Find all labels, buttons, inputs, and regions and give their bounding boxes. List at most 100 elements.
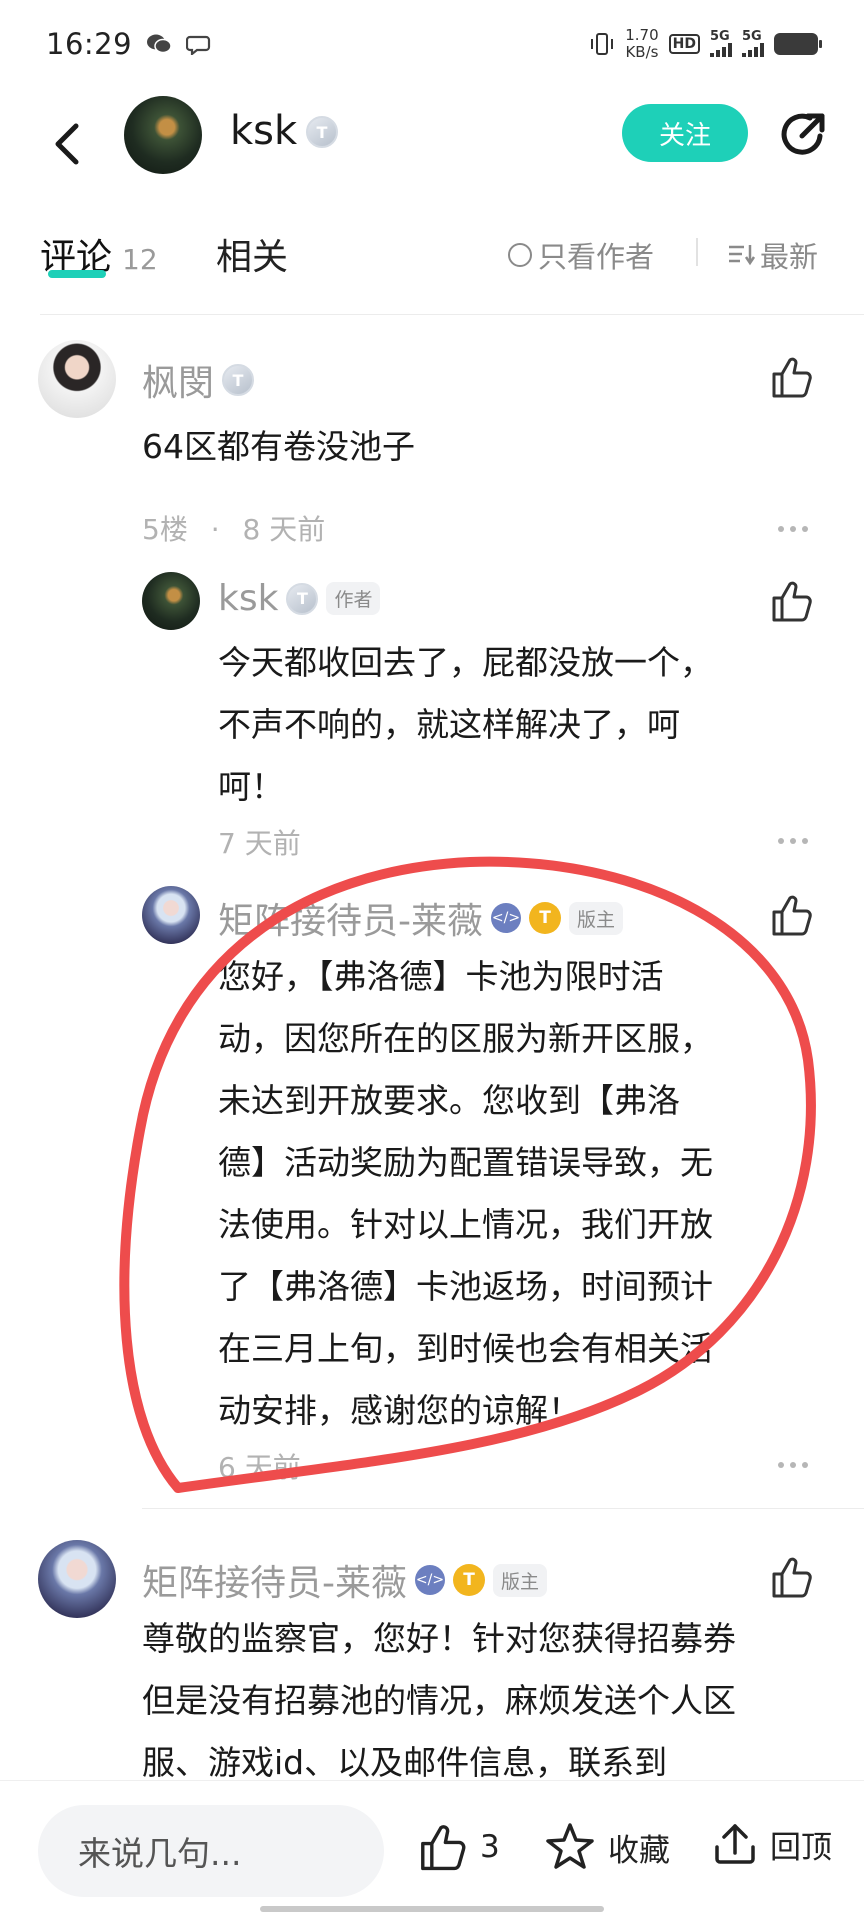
- meta-separator: ·: [210, 513, 220, 546]
- author-avatar[interactable]: [124, 96, 202, 174]
- sim2-label: 5G: [742, 29, 762, 44]
- reply-line: 未达到开放要求。您收到【弗洛: [218, 1081, 680, 1120]
- comment-line: 服、游戏id、以及邮件信息，联系到: [142, 1743, 668, 1780]
- chat-bubble-icon: [186, 35, 211, 55]
- reply-line: 动，因您所在的区服为新开区服，: [218, 1019, 713, 1058]
- like-icon: [421, 1825, 466, 1871]
- reply-line: 不声不响的，就这样解决了，呵: [218, 705, 680, 744]
- vibrate-icon: [591, 33, 614, 55]
- username-text: ksk: [218, 578, 279, 619]
- comment-input[interactable]: 来说几句...: [38, 1805, 384, 1897]
- reply-line: 法使用。针对以上情况，我们开放: [218, 1205, 713, 1244]
- radio-icon: [508, 243, 532, 267]
- reply-text: 您好，【弗洛德】卡池为限时活 动，因您所在的区服为新开区服， 未达到开放要求。您…: [218, 946, 713, 1442]
- bottom-action-bar: 来说几句... 3 收藏 回顶: [0, 1780, 864, 1920]
- more-icon[interactable]: [778, 524, 812, 534]
- username-text: 矩阵接待员-莱薇: [142, 1563, 407, 1604]
- reply-line: 呵！: [218, 767, 284, 806]
- back-arrow-icon: [55, 123, 79, 165]
- favorite-label: 收藏: [608, 1832, 670, 1869]
- signal-icon: 5G: [710, 29, 732, 57]
- author-name[interactable]: ksk: [230, 108, 297, 154]
- post-header: ksk T 关注: [0, 88, 864, 208]
- tab-divider: [696, 238, 698, 266]
- reply-username[interactable]: 矩阵接待员-莱薇 </> T 版主: [218, 892, 624, 944]
- sort-icon: [729, 245, 756, 266]
- like-icon[interactable]: [768, 578, 814, 624]
- author-only-label: 只看作者: [538, 240, 655, 274]
- comment-item: 枫閔 T 64区都有卷没池子 5楼 · 8 天前 ksk T 作者 今天都收回去…: [0, 330, 864, 1500]
- net-speed: 1.70 KB/s: [625, 27, 658, 61]
- reply-text: 今天都收回去了，屁都没放一个， 不声不响的，就这样解决了，呵 呵！: [218, 632, 713, 818]
- moderator-badge: 版主: [569, 901, 624, 935]
- author-only-toggle[interactable]: 只看作者: [508, 234, 654, 276]
- reply-username[interactable]: ksk T 作者: [218, 578, 381, 619]
- signal-icon-2: 5G: [742, 29, 764, 57]
- reply-line: 今天都收回去了，屁都没放一个，: [218, 643, 713, 682]
- net-speed-unit: KB/s: [625, 43, 659, 61]
- like-button[interactable]: 3: [416, 1821, 500, 1873]
- follow-button[interactable]: 关注: [622, 104, 748, 162]
- floor-number: 5楼: [142, 513, 188, 546]
- divider: [40, 314, 864, 315]
- tab-related[interactable]: 相关: [216, 228, 288, 280]
- moderator-badge: 版主: [493, 1563, 548, 1597]
- comment-meta: 5楼 · 8 天前: [142, 508, 325, 548]
- star-icon: [546, 1823, 594, 1869]
- tier-badge: T: [286, 582, 319, 615]
- like-icon[interactable]: [768, 354, 814, 400]
- more-icon[interactable]: [778, 836, 812, 846]
- comment-item: 矩阵接待员-莱薇 </> T 版主 尊敬的监察官，您好！针对您获得招募券 但是没…: [0, 1540, 864, 1780]
- divider: [142, 1508, 864, 1509]
- tier-badge: T: [222, 364, 255, 396]
- reply-line: 在三月上旬，到时候也会有相关活: [218, 1329, 713, 1368]
- more-icon[interactable]: [778, 1460, 812, 1470]
- back-to-top-label: 回顶: [770, 1829, 832, 1866]
- like-icon[interactable]: [768, 1554, 814, 1600]
- reply-time: 7 天前: [218, 827, 301, 860]
- username-text: 枫閔: [142, 363, 215, 404]
- avatar[interactable]: [38, 340, 116, 418]
- sort-button[interactable]: 最新: [726, 234, 818, 276]
- comment-line: 但是没有招募池的情况，麻烦发送个人区: [142, 1681, 736, 1720]
- battery-icon: [774, 33, 822, 55]
- reply-line: 动安排，感谢您的谅解！: [218, 1391, 581, 1430]
- reply-line: 您好，【弗洛德】卡池为限时活: [218, 957, 664, 996]
- like-count: 3: [480, 1829, 500, 1865]
- comments-count: 12: [122, 243, 158, 276]
- back-button[interactable]: [40, 116, 96, 172]
- share-icon[interactable]: [776, 108, 830, 162]
- comment-username[interactable]: 枫閔 T: [142, 354, 255, 406]
- hd-badge: HD: [668, 34, 700, 54]
- reply-avatar[interactable]: [142, 886, 200, 944]
- upload-arrow-icon: [715, 1824, 755, 1864]
- favorite-button[interactable]: 收藏: [544, 1821, 670, 1873]
- reply-line: 德】活动奖励为配置错误导致，无: [218, 1143, 713, 1182]
- developer-badge-icon: </>: [491, 903, 521, 933]
- avatar[interactable]: [38, 1540, 116, 1618]
- active-tab-indicator: [48, 270, 106, 278]
- reply-line: 了【弗洛德】卡池返场，时间预计: [218, 1267, 713, 1306]
- reply-time: 6 天前: [218, 1451, 301, 1484]
- sim1-label: 5G: [710, 29, 730, 44]
- status-bar: 16:29 1.70 KB/s HD 5G 5G: [0, 0, 864, 88]
- comment-text: 64区都有卷没池子: [142, 427, 415, 466]
- username-text: 矩阵接待员-莱薇: [218, 901, 483, 942]
- tier-badge: T: [529, 902, 561, 934]
- comment-username[interactable]: 矩阵接待员-莱薇 </> T 版主: [142, 1554, 548, 1606]
- back-to-top-button[interactable]: 回顶: [712, 1821, 832, 1867]
- sort-label: 最新: [760, 240, 819, 274]
- wechat-icon: [147, 34, 172, 54]
- author-badge: 作者: [326, 582, 381, 615]
- reply-avatar[interactable]: [142, 572, 200, 630]
- comment-time: 8 天前: [242, 513, 326, 546]
- comment-text: 尊敬的监察官，您好！针对您获得招募券 但是没有招募池的情况，麻烦发送个人区 服、…: [142, 1608, 736, 1780]
- developer-badge-icon: </>: [415, 1565, 445, 1595]
- tier-badge: T: [453, 1564, 485, 1596]
- tier-badge: T: [306, 116, 338, 148]
- home-indicator[interactable]: [260, 1906, 604, 1912]
- like-icon[interactable]: [768, 892, 814, 938]
- status-time: 16:29: [46, 27, 133, 61]
- comment-line: 尊敬的监察官，您好！针对您获得招募券: [142, 1619, 736, 1658]
- net-speed-value: 1.70: [625, 26, 659, 44]
